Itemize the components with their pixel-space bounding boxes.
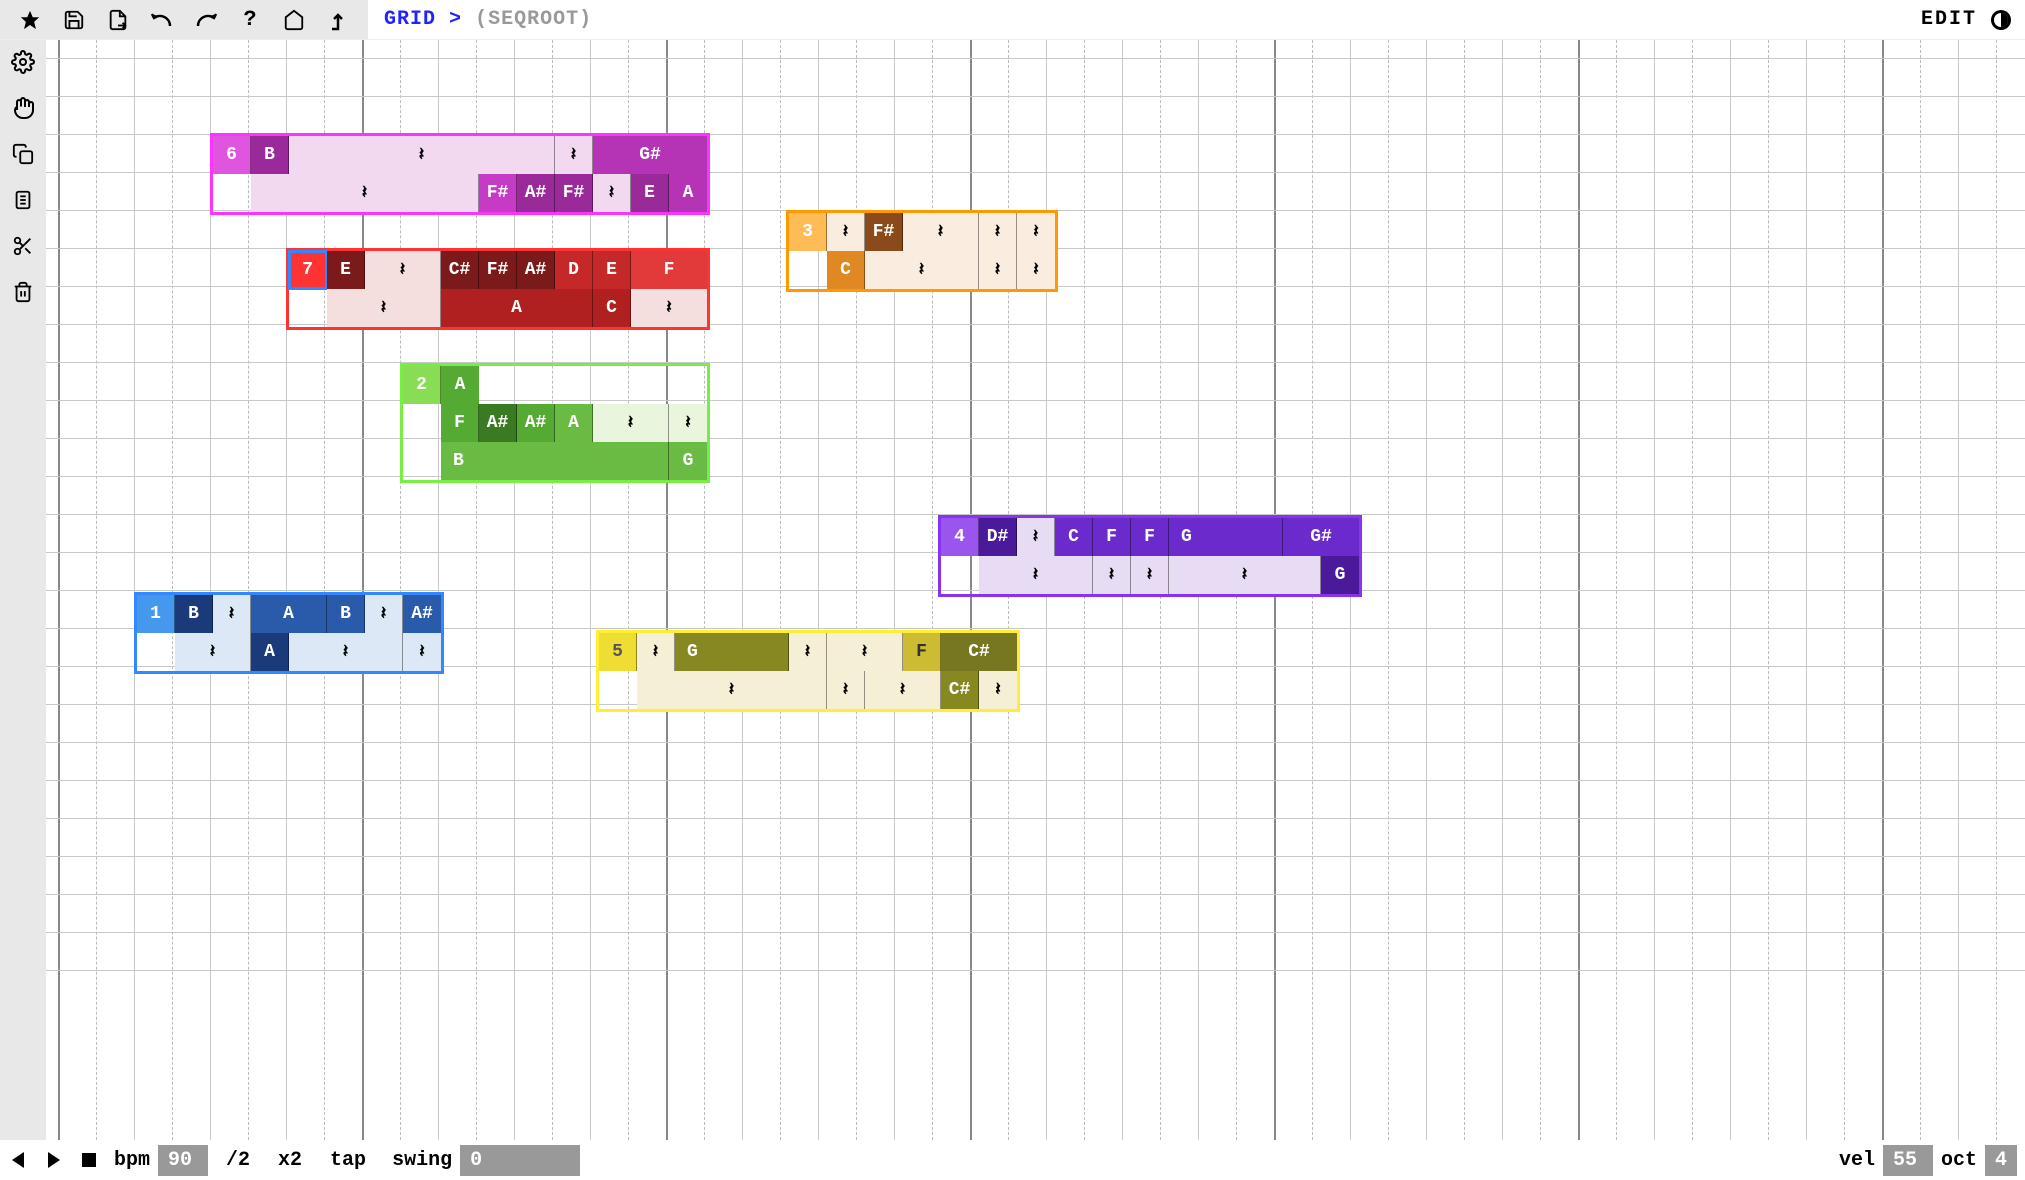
up-icon[interactable] [316, 0, 360, 39]
settings-icon[interactable] [9, 48, 37, 76]
clipboard-icon[interactable] [9, 186, 37, 214]
toolbar: ? [0, 0, 368, 39]
trash-icon[interactable] [9, 278, 37, 306]
octave-control[interactable]: oct 4 [1933, 1145, 2017, 1176]
breadcrumb-path: (SEQROOT) [475, 8, 592, 31]
swing-control[interactable]: swing 0 [384, 1140, 580, 1180]
bpm-control[interactable]: bpm 90 [106, 1140, 208, 1180]
undo-icon[interactable] [140, 0, 184, 39]
transport [8, 1150, 98, 1170]
file-export-icon[interactable] [96, 0, 140, 39]
redo-icon[interactable] [184, 0, 228, 39]
breadcrumb-root[interactable]: GRID [384, 8, 436, 31]
tap-tempo-button[interactable]: tap [320, 1149, 376, 1172]
clip-2[interactable]: 2 A F A# A# A 𝄽 𝄽 B G [400, 363, 710, 483]
top-bar: ? GRID > (SEQROOT) EDIT [0, 0, 2025, 40]
save-icon[interactable] [52, 0, 96, 39]
globe-icon[interactable] [1989, 8, 2013, 32]
breadcrumb: GRID > (SEQROOT) [368, 8, 608, 31]
star-icon[interactable] [8, 0, 52, 39]
topbar-right: EDIT [1921, 8, 2025, 32]
clip-4[interactable]: 4 D# 𝄽 C F F G G# 𝄽 𝄽 𝄽 𝄽 G [938, 515, 1362, 597]
cut-icon[interactable] [9, 232, 37, 260]
clip-7[interactable]: 7 E 𝄽 C# F# A# D E F 𝄽 A C 𝄽 [286, 248, 710, 330]
edit-button[interactable]: EDIT [1921, 8, 1977, 31]
grid-canvas[interactable]: 6 B 𝄽 𝄽 G# 𝄽 F# A# F# 𝄽 E A [46, 40, 2025, 1140]
clip-6[interactable]: 6 B 𝄽 𝄽 G# 𝄽 F# A# F# 𝄽 E A [210, 133, 710, 215]
double-tempo-button[interactable]: x2 [268, 1149, 312, 1172]
clip-3[interactable]: 3 𝄽 F# 𝄽 𝄽 𝄽 C 𝄽 𝄽 𝄽 [786, 210, 1058, 292]
home-icon[interactable] [272, 0, 316, 39]
clip-5[interactable]: 5 𝄽 G 𝄽 𝄽 F C# 𝄽 𝄽 𝄽 C# 𝄽 [596, 630, 1020, 712]
main: 6 B 𝄽 𝄽 G# 𝄽 F# A# F# 𝄽 E A [0, 40, 2025, 1140]
half-tempo-button[interactable]: /2 [216, 1149, 260, 1172]
hand-icon[interactable] [9, 94, 37, 122]
bottom-bar: bpm 90 /2 x2 tap swing 0 vel 55 oct 4 [0, 1140, 2025, 1180]
help-icon[interactable]: ? [228, 0, 272, 39]
play-icon[interactable] [44, 1150, 64, 1170]
clips-layer: 6 B 𝄽 𝄽 G# 𝄽 F# A# F# 𝄽 E A [46, 40, 2025, 1140]
stop-icon[interactable] [80, 1151, 98, 1169]
prev-icon[interactable] [8, 1150, 28, 1170]
velocity-control[interactable]: vel 55 [1831, 1145, 1933, 1176]
clip-1[interactable]: 1 B 𝄽 A B 𝄽 A# 𝄽 A 𝄽 𝄽 [134, 592, 444, 674]
sidebar [0, 40, 46, 1140]
copy-icon[interactable] [9, 140, 37, 168]
